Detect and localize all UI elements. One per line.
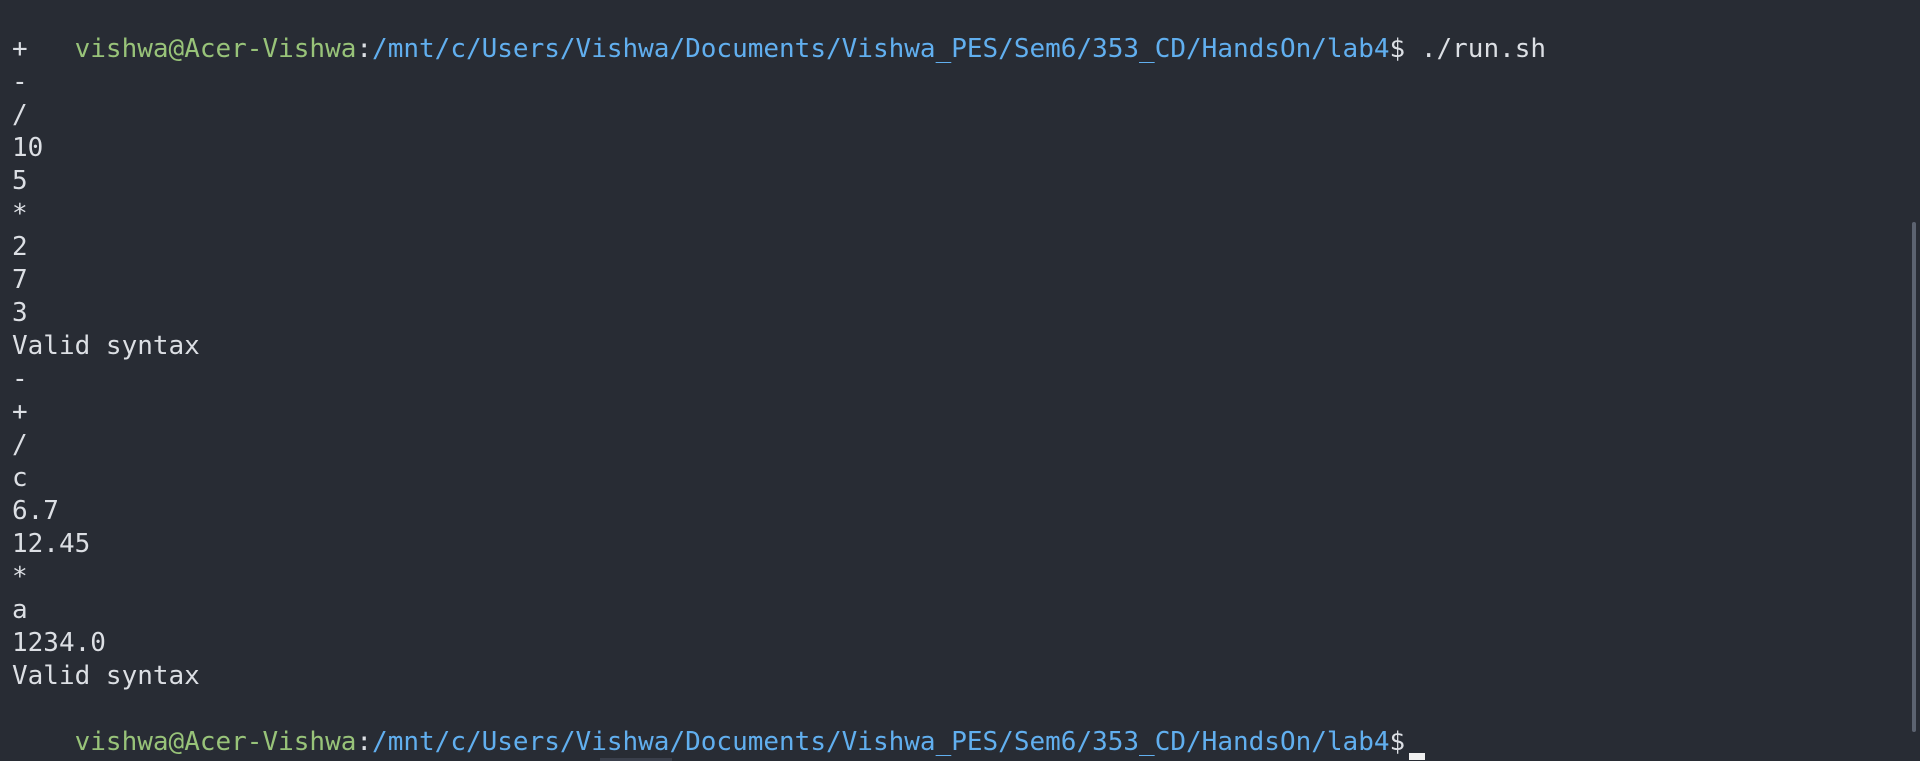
output-line: -	[12, 364, 28, 394]
prompt-separator: :	[356, 34, 373, 64]
command-text: ./run.sh	[1405, 34, 1547, 64]
output-line: 10	[12, 133, 44, 163]
output-line: *	[12, 199, 28, 229]
output-line: *	[12, 562, 28, 592]
output-line: 12.45	[12, 529, 91, 559]
prompt-line-1: vishwa@Acer-Vishwa:/mnt/c/Users/Vishwa/D…	[12, 0, 1546, 64]
prompt-path: /mnt/c/Users/Vishwa/Documents/Vishwa_PES…	[372, 727, 1390, 757]
output-line: a	[12, 595, 28, 625]
prompt-path: /mnt/c/Users/Vishwa/Documents/Vishwa_PES…	[372, 34, 1390, 64]
prompt-separator: :	[356, 727, 373, 757]
scrollbar-track[interactable]	[1908, 0, 1920, 761]
output-line: +	[12, 34, 28, 64]
output-line: 5	[12, 166, 28, 196]
text-cursor	[1409, 753, 1426, 760]
prompt-user-host: vishwa@Acer-Vishwa	[74, 34, 357, 64]
prompt-dollar: $	[1389, 34, 1406, 64]
output-line: -	[12, 67, 28, 97]
output-line: 2	[12, 232, 28, 262]
output-line: +	[12, 397, 28, 427]
prompt-dollar: $	[1389, 727, 1406, 757]
scrollbar-thumb[interactable]	[1912, 222, 1916, 732]
output-line: 7	[12, 265, 28, 295]
prompt-user-host: vishwa@Acer-Vishwa	[74, 727, 357, 757]
output-line: /	[12, 100, 28, 130]
output-line: /	[12, 430, 28, 460]
output-line: Valid syntax	[12, 661, 200, 691]
output-line: c	[12, 463, 28, 493]
terminal-window[interactable]: vishwa@Acer-Vishwa:/mnt/c/Users/Vishwa/D…	[0, 0, 1920, 761]
output-line: 6.7	[12, 496, 59, 526]
prompt-line-2[interactable]: vishwa@Acer-Vishwa:/mnt/c/Users/Vishwa/D…	[12, 693, 1426, 760]
output-line: 1234.0	[12, 628, 106, 658]
output-line: 3	[12, 298, 28, 328]
output-line: Valid syntax	[12, 331, 200, 361]
